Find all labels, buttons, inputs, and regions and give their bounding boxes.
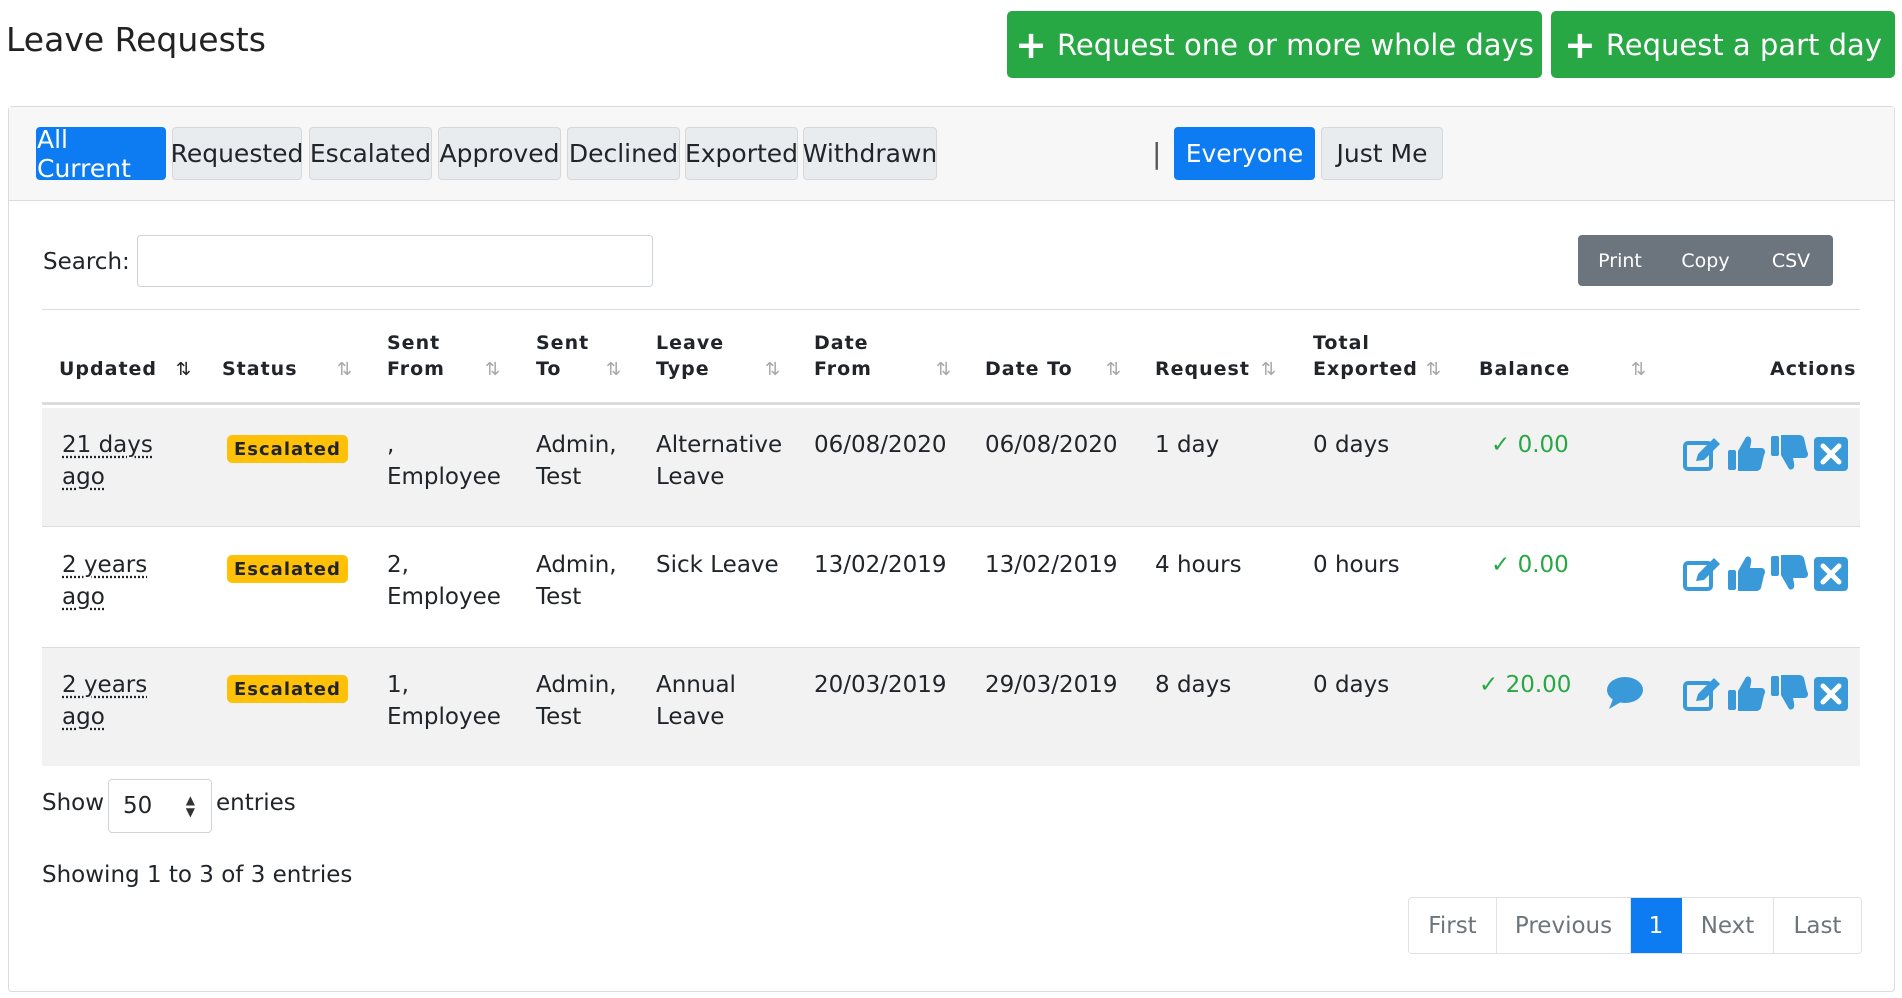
cell-date-from: 20/03/2019 (814, 672, 947, 698)
edit-icon[interactable] (1682, 435, 1722, 475)
cell-leave-type: Alternative Leave (656, 432, 783, 490)
close-box-icon[interactable] (1812, 675, 1852, 715)
thumbs-down-icon[interactable] (1769, 553, 1809, 593)
cell-date-from: 13/02/2019 (814, 552, 947, 578)
close-box-icon[interactable] (1812, 435, 1852, 475)
thumbs-up-icon[interactable] (1726, 553, 1766, 593)
plus-icon: + (1015, 22, 1047, 67)
cell-sent-from: 2, Employee (387, 552, 501, 610)
balance-value: 0.00 (1517, 432, 1569, 458)
col-updated[interactable]: Updated (59, 356, 157, 382)
cell-updated[interactable]: 2 years ago (62, 669, 172, 733)
page-title: Leave Requests (6, 20, 266, 59)
cell-total-exported: 0 hours (1313, 552, 1400, 578)
cell-date-to: 29/03/2019 (985, 672, 1118, 698)
check-icon: ✓ (1491, 432, 1511, 458)
thumbs-up-icon[interactable] (1726, 433, 1766, 473)
balance-value: 20.00 (1505, 672, 1572, 698)
status-badge: Escalated (227, 435, 348, 463)
table-row (42, 648, 1860, 766)
col-date-from[interactable]: Date From (814, 330, 894, 382)
cell-request: 1 day (1155, 432, 1220, 458)
cell-sent-from: 1, Employee (387, 672, 501, 730)
request-whole-days-button[interactable]: + Request one or more whole days (1007, 11, 1542, 78)
comment-icon[interactable] (1605, 675, 1645, 711)
cell-balance: ✓ 20.00 (1479, 669, 1571, 701)
select-arrows-icon: ▲ ▼ (185, 793, 195, 819)
sort-arrows-icon[interactable]: ⇅ (936, 359, 951, 380)
sort-arrows-icon[interactable]: ⇅ (1261, 359, 1276, 380)
edit-icon[interactable] (1682, 675, 1722, 715)
col-request[interactable]: Request (1155, 356, 1250, 382)
cell-date-to: 06/08/2020 (985, 432, 1118, 458)
cell-balance: ✓ 0.00 (1491, 429, 1569, 461)
page-length-value: 50 (123, 793, 153, 819)
cell-updated[interactable]: 2 years ago (62, 549, 172, 613)
status-badge: Escalated (227, 675, 348, 703)
cell-sent-to: Admin, Test (536, 672, 617, 730)
table-row (42, 408, 1860, 526)
table-header-border (42, 402, 1860, 405)
col-sent-from[interactable]: Sent From (387, 330, 467, 382)
page-1-button[interactable]: 1 (1631, 898, 1682, 953)
balance-value: 0.00 (1517, 552, 1569, 578)
col-sent-to[interactable]: Sent To (536, 330, 606, 382)
close-box-icon[interactable] (1812, 555, 1852, 595)
page-header: Leave Requests + Request one or more who… (0, 0, 1902, 100)
cell-leave-type: Annual Leave (656, 672, 736, 730)
thumbs-down-icon[interactable] (1769, 673, 1809, 713)
col-balance[interactable]: Balance (1479, 356, 1570, 382)
page-first-button[interactable]: First (1409, 898, 1497, 953)
table-info: Showing 1 to 3 of 3 entries (42, 862, 353, 888)
cell-sent-from: , Employee (387, 432, 501, 490)
check-icon: ✓ (1479, 672, 1499, 698)
col-leave-type[interactable]: Leave Type (656, 330, 736, 382)
request-whole-days-label: Request one or more whole days (1057, 27, 1534, 62)
page-last-button[interactable]: Last (1774, 898, 1861, 953)
cell-leave-type: Sick Leave (656, 552, 779, 578)
edit-icon[interactable] (1682, 555, 1722, 595)
check-icon: ✓ (1491, 552, 1511, 578)
cell-sent-to: Admin, Test (536, 552, 617, 610)
col-total-exported[interactable]: Total Exported (1313, 330, 1423, 382)
sort-arrows-icon[interactable]: ⇅ (1631, 359, 1646, 380)
thumbs-down-icon[interactable] (1769, 433, 1809, 473)
cell-total-exported: 0 days (1313, 432, 1390, 458)
cell-sent-to: Admin, Test (536, 432, 617, 490)
cell-updated[interactable]: 21 days ago (62, 429, 172, 493)
page-previous-button[interactable]: Previous (1497, 898, 1631, 953)
show-label: Show (42, 790, 105, 816)
pagination: First Previous 1 Next Last (1408, 897, 1862, 954)
sort-arrows-icon[interactable]: ⇅ (176, 359, 191, 380)
status-badge: Escalated (227, 555, 348, 583)
table-top-border (42, 309, 1860, 310)
sort-arrows-icon[interactable]: ⇅ (606, 359, 621, 380)
sort-arrows-icon[interactable]: ⇅ (1426, 359, 1441, 380)
cell-date-to: 13/02/2019 (985, 552, 1118, 578)
sort-arrows-icon[interactable]: ⇅ (337, 359, 352, 380)
col-status[interactable]: Status (222, 356, 298, 382)
request-part-day-label: Request a part day (1605, 27, 1882, 62)
cell-balance: ✓ 0.00 (1491, 549, 1569, 581)
page-next-button[interactable]: Next (1682, 898, 1774, 953)
cell-request: 4 hours (1155, 552, 1242, 578)
sort-arrows-icon[interactable]: ⇅ (1106, 359, 1121, 380)
cell-date-from: 06/08/2020 (814, 432, 947, 458)
plus-icon: + (1564, 22, 1596, 67)
thumbs-up-icon[interactable] (1726, 673, 1766, 713)
sort-arrows-icon[interactable]: ⇅ (765, 359, 780, 380)
sort-arrows-icon[interactable]: ⇅ (485, 359, 500, 380)
table-row (42, 527, 1860, 645)
cell-request: 8 days (1155, 672, 1232, 698)
col-actions: Actions (1770, 358, 1857, 380)
entries-label: entries (216, 790, 296, 816)
page-length-select[interactable]: 50 ▲ ▼ (108, 779, 212, 833)
cell-total-exported: 0 days (1313, 672, 1390, 698)
col-date-to[interactable]: Date To (985, 356, 1073, 382)
request-part-day-button[interactable]: + Request a part day (1551, 11, 1895, 78)
